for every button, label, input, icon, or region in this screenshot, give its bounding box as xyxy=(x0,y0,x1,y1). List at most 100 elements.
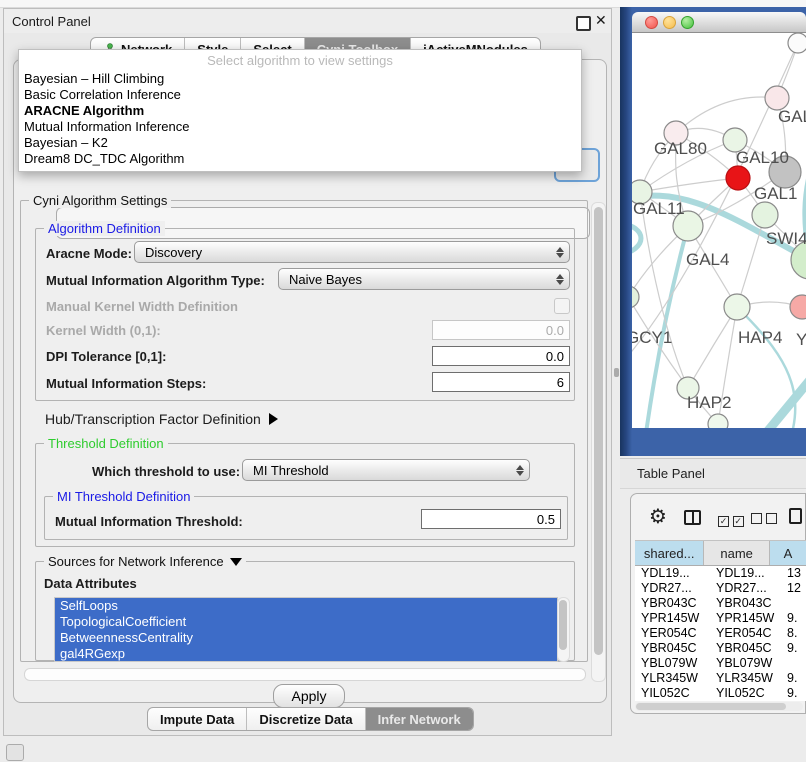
network-canvas[interactable]: GAL80 GAL10 GAL1 GAL11 SWI4 GAL4 GCY1 HA… xyxy=(632,33,806,428)
table-row[interactable]: YDR27...YDR27...12 xyxy=(635,581,806,596)
select-all-icon[interactable]: ✓ ✓ xyxy=(718,512,744,527)
list-item[interactable]: SelfLoops xyxy=(55,598,557,614)
list-vertical-scrollbar[interactable] xyxy=(557,597,570,662)
mi-threshold-input[interactable] xyxy=(421,509,561,529)
cell-name[interactable]: YBR043C xyxy=(710,596,781,611)
cell-name[interactable]: YPR145W xyxy=(710,611,781,626)
tab-discretize-data[interactable]: Discretize Data xyxy=(246,708,364,730)
cell-value[interactable]: 9. xyxy=(781,641,806,656)
cell-shared-name[interactable]: YDL19... xyxy=(635,566,710,581)
cell-name[interactable]: YDR27... xyxy=(710,581,781,596)
column-header-shared-name[interactable]: shared... xyxy=(635,541,704,565)
menu-item-bayesian-hill-climbing[interactable]: Bayesian – Hill Climbing xyxy=(19,71,581,87)
new-table-icon[interactable] xyxy=(789,508,802,524)
network-window-titlebar[interactable] xyxy=(632,12,806,33)
table-row[interactable]: YER054CYER054C8. xyxy=(635,626,806,641)
cell-name[interactable]: YDL19... xyxy=(710,566,781,581)
data-attributes-list[interactable]: SelfLoops TopologicalCoefficient Between… xyxy=(54,597,558,662)
cell-shared-name[interactable]: YIL052C xyxy=(635,686,710,701)
cell-value[interactable]: 9. xyxy=(781,671,806,686)
node-label: Y xyxy=(796,330,806,349)
column-header-clipped[interactable]: A xyxy=(770,541,806,565)
table-row[interactable]: YBR045CYBR045C9. xyxy=(635,641,806,656)
aracne-mode-combobox[interactable]: Discovery xyxy=(134,241,570,263)
hub-definition-expander[interactable]: Hub/Transcription Factor Definition xyxy=(45,411,278,427)
list-item[interactable]: TopologicalCoefficient xyxy=(55,614,557,630)
network-node[interactable] xyxy=(790,295,806,319)
menu-item-bayesian-k2[interactable]: Bayesian – K2 xyxy=(19,135,581,151)
close-traffic-light-icon[interactable] xyxy=(645,16,658,29)
cell-shared-name[interactable]: YBR045C xyxy=(635,641,710,656)
cell-name[interactable]: YIL052C xyxy=(710,686,781,701)
cell-shared-name[interactable]: YBR043C xyxy=(635,596,710,611)
list-scrollbar-thumb[interactable] xyxy=(559,600,567,650)
stepper-arrows-icon xyxy=(551,247,569,258)
table-row[interactable]: YBL079WYBL079W xyxy=(635,656,806,671)
cell-value[interactable]: 13 xyxy=(781,566,806,581)
network-node-gcy1[interactable] xyxy=(632,286,639,308)
table-scrollbar-thumb[interactable] xyxy=(636,703,786,710)
tab-infer-network[interactable]: Infer Network xyxy=(365,708,473,730)
table-row[interactable]: YDL19...YDL19...13 xyxy=(635,566,806,581)
table-row[interactable]: YBR043CYBR043C xyxy=(635,596,806,611)
network-node[interactable] xyxy=(788,33,806,53)
menu-item-dream8[interactable]: Dream8 DC_TDC Algorithm xyxy=(19,151,581,167)
mi-steps-label: Mutual Information Steps: xyxy=(46,376,206,391)
dpi-tolerance-input[interactable] xyxy=(432,346,570,366)
kernel-width-input[interactable] xyxy=(432,320,570,340)
cell-shared-name[interactable]: YPR145W xyxy=(635,611,710,626)
close-icon[interactable]: ✕ xyxy=(595,12,607,29)
node-label: GCY1 xyxy=(632,328,672,347)
cell-value[interactable] xyxy=(781,656,806,671)
cell-shared-name[interactable]: YDR27... xyxy=(635,581,710,596)
cell-value[interactable]: 9. xyxy=(781,686,806,701)
float-window-icon[interactable] xyxy=(576,16,591,31)
settings-horizontal-scrollbar[interactable] xyxy=(24,668,586,681)
network-node[interactable] xyxy=(708,414,728,428)
column-view-icon[interactable] xyxy=(684,510,701,525)
node-label: GAL11 xyxy=(633,199,685,218)
panel-divider-grip[interactable] xyxy=(614,368,619,377)
cell-name[interactable]: YER054C xyxy=(710,626,781,641)
menu-item-basic-correlation[interactable]: Basic Correlation Inference xyxy=(19,87,581,103)
cell-name[interactable]: YBL079W xyxy=(710,656,781,671)
list-item[interactable]: gal4RGexp xyxy=(55,646,557,662)
sources-legend-label: Sources for Network Inference xyxy=(48,554,224,569)
node-label: HAP2 xyxy=(687,393,731,412)
settings-vertical-scrollbar[interactable] xyxy=(591,202,606,682)
cell-value[interactable] xyxy=(781,596,806,611)
menu-item-mutual-information[interactable]: Mutual Information Inference xyxy=(19,119,581,135)
column-header-name[interactable]: name xyxy=(704,541,770,565)
mi-algorithm-type-combobox[interactable]: Naive Bayes xyxy=(278,268,570,290)
menu-item-aracne[interactable]: ARACNE Algorithm xyxy=(19,103,581,119)
mi-steps-input[interactable] xyxy=(432,372,570,392)
table-row[interactable]: YLR345WYLR345W9. xyxy=(635,671,806,686)
network-node-hap4[interactable] xyxy=(724,294,750,320)
list-item[interactable]: BetweennessCentrality xyxy=(55,630,557,646)
cell-value[interactable]: 12 xyxy=(781,581,806,596)
deselect-all-icon[interactable] xyxy=(751,512,777,527)
manual-kernel-width-checkbox[interactable] xyxy=(554,298,570,314)
cell-name[interactable]: YLR345W xyxy=(710,671,781,686)
network-node-gal1[interactable] xyxy=(752,202,778,228)
cell-shared-name[interactable]: YLR345W xyxy=(635,671,710,686)
network-node-selected-red[interactable] xyxy=(726,166,750,190)
cell-name[interactable]: YBR045C xyxy=(710,641,781,656)
settings-scrollbar-thumb[interactable] xyxy=(594,207,603,655)
table-horizontal-scrollbar[interactable] xyxy=(635,702,803,711)
cell-shared-name[interactable]: YER054C xyxy=(635,626,710,641)
collapsed-panel-button[interactable] xyxy=(6,744,24,761)
settings-gear-icon[interactable]: ⚙ xyxy=(649,507,667,527)
algorithm-definition-legend: Algorithm Definition xyxy=(44,221,165,236)
network-window: GAL80 GAL10 GAL1 GAL11 SWI4 GAL4 GCY1 HA… xyxy=(632,12,806,435)
minimize-traffic-light-icon[interactable] xyxy=(663,16,676,29)
cell-value[interactable]: 8. xyxy=(781,626,806,641)
zoom-traffic-light-icon[interactable] xyxy=(681,16,694,29)
table-row[interactable]: YIL052CYIL052C9. xyxy=(635,686,806,701)
tab-impute-data[interactable]: Impute Data xyxy=(148,708,246,730)
apply-button[interactable]: Apply xyxy=(273,684,345,708)
which-threshold-combobox[interactable]: MI Threshold xyxy=(242,459,530,481)
cell-value[interactable]: 9. xyxy=(781,611,806,626)
cell-shared-name[interactable]: YBL079W xyxy=(635,656,710,671)
table-row[interactable]: YPR145WYPR145W9. xyxy=(635,611,806,626)
